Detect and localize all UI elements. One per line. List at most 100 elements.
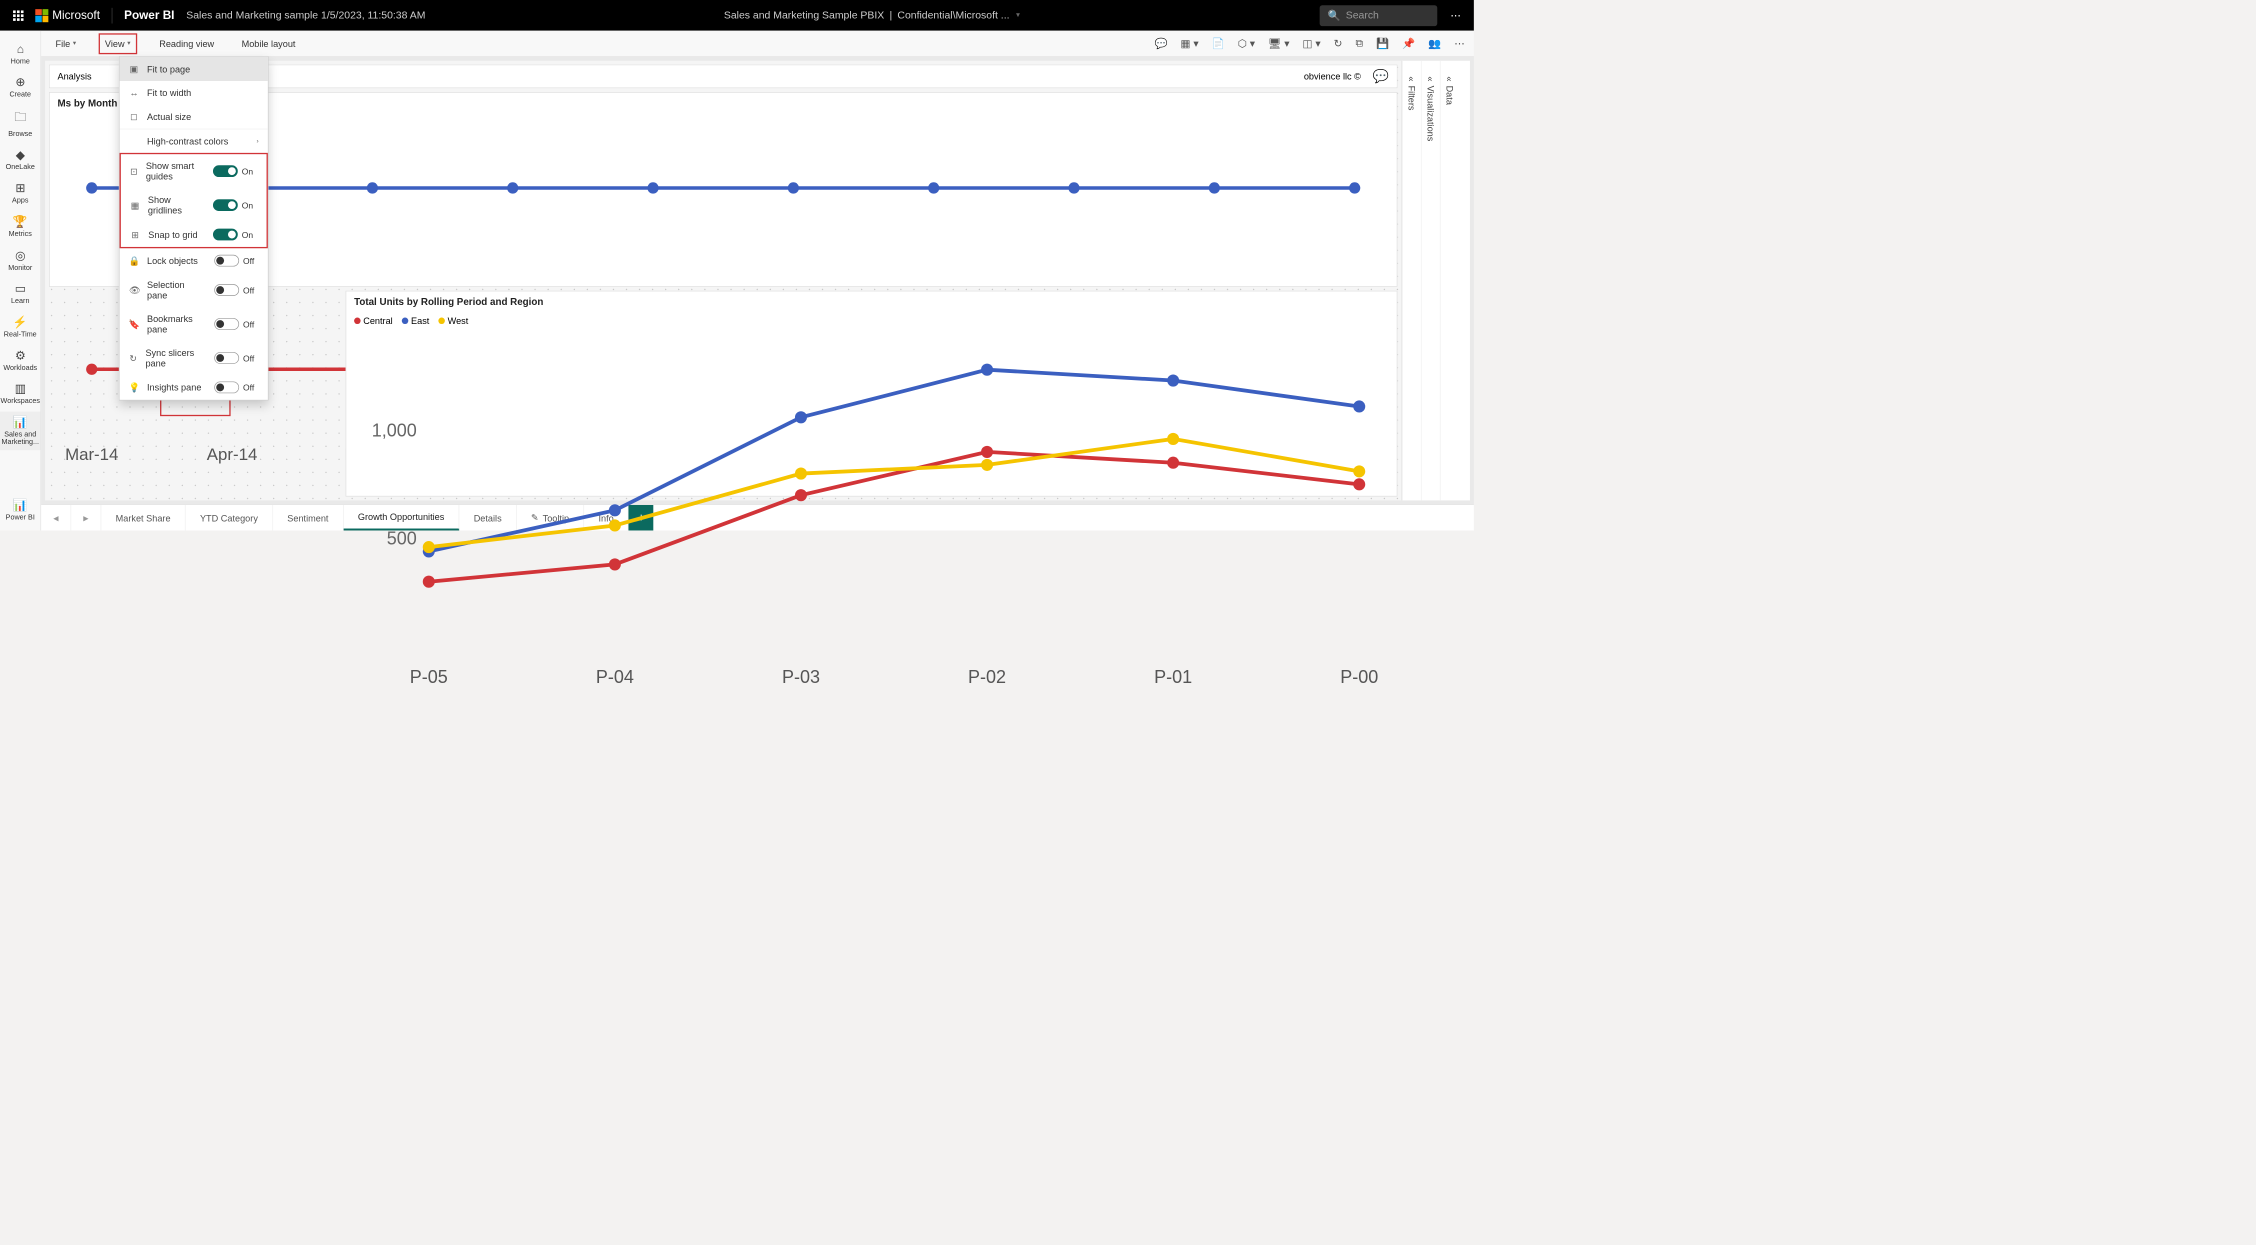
bookmark-icon: 🔖: [129, 318, 139, 329]
eye-icon: 👁: [129, 285, 139, 296]
pane-filters[interactable]: «Filters: [1402, 61, 1421, 501]
trophy-icon: 🏆: [13, 215, 28, 229]
comment-icon[interactable]: 💬: [1154, 37, 1167, 50]
toggle-insights[interactable]: [214, 382, 239, 394]
svg-text:P-03: P-03: [782, 667, 820, 687]
chevron-down-icon: ▼: [1015, 12, 1021, 19]
toggle-selection[interactable]: [214, 284, 239, 296]
tab-market-share[interactable]: Market Share: [101, 505, 185, 530]
svg-text:P-02: P-02: [968, 667, 1006, 687]
save-icon[interactable]: 💾: [1376, 37, 1389, 50]
toggle-sync[interactable]: [214, 352, 239, 364]
folder-icon: 🗀: [14, 109, 26, 129]
toggle-bookmarks[interactable]: [214, 318, 239, 330]
nav-realtime[interactable]: ⚡Real-Time: [0, 311, 41, 342]
overflow-icon[interactable]: ⋯: [1454, 37, 1464, 50]
workloads-icon: ⚙: [15, 349, 26, 363]
nav-learn[interactable]: ▭Learn: [0, 278, 41, 309]
svg-text:500: 500: [387, 528, 417, 548]
nav-browse[interactable]: 🗀Browse: [0, 105, 41, 142]
powerbi-icon: 📊: [13, 498, 28, 512]
app-launcher-icon[interactable]: [13, 10, 23, 20]
nav-powerbi[interactable]: 📊Power BI: [0, 494, 41, 525]
pin-icon[interactable]: 📌: [1402, 37, 1415, 50]
chevron-right-icon: ›: [257, 138, 259, 145]
legend-dot-icon: [354, 318, 361, 325]
svg-text:P-05: P-05: [410, 667, 448, 687]
more-icon[interactable]: ⋯: [1450, 9, 1460, 22]
search-input[interactable]: 🔍 Search: [1320, 5, 1438, 26]
nav-onelake[interactable]: ◆OneLake: [0, 145, 41, 176]
ribbon-view[interactable]: View▾: [98, 33, 137, 54]
collapse-icon: «: [1444, 76, 1454, 81]
teams-icon[interactable]: 👥: [1428, 37, 1441, 50]
nav-active-report[interactable]: 📊Sales and Marketing...: [0, 412, 41, 451]
page-title: Analysis: [57, 71, 91, 81]
view-insights-pane[interactable]: 💡Insights paneOff: [120, 375, 268, 400]
home-icon: ⌂: [17, 42, 24, 56]
chart-total-units[interactable]: Total Units by Rolling Period and Region…: [346, 291, 1398, 497]
microsoft-logo: Microsoft: [35, 8, 100, 22]
nav-home[interactable]: ⌂Home: [0, 39, 41, 70]
nav-monitor[interactable]: ◎Monitor: [0, 245, 41, 276]
nav-metrics[interactable]: 🏆Metrics: [0, 211, 41, 242]
apps-icon: ⊞: [15, 182, 25, 196]
realtime-icon: ⚡: [13, 315, 28, 329]
toggle-gridlines[interactable]: [213, 199, 238, 211]
lock-icon: 🔒: [129, 255, 139, 266]
monitor-icon: ◎: [15, 249, 25, 263]
view-sync-slicers[interactable]: ↻Sync slicers paneOff: [120, 341, 268, 375]
copy-icon[interactable]: ⧉: [1355, 38, 1362, 50]
ribbon-file[interactable]: File▾: [50, 34, 81, 52]
collapse-icon: «: [1426, 76, 1436, 81]
chart-title: Total Units by Rolling Period and Region: [346, 291, 1397, 313]
lineage-icon[interactable]: ⬡ ▾: [1238, 37, 1255, 50]
nav-workspaces[interactable]: ▥Workspaces: [0, 378, 41, 409]
tab-next-button[interactable]: ▸: [71, 505, 101, 530]
book-icon: ▭: [15, 282, 26, 296]
pane-visualizations[interactable]: «Visualizations: [1421, 61, 1440, 501]
svg-text:P-01: P-01: [1154, 667, 1192, 687]
tab-ytd-category[interactable]: YTD Category: [186, 505, 273, 530]
chart-plot: 5001,000P-05P-04P-03P-02P-01P-00: [346, 329, 1397, 692]
divider: [112, 8, 113, 24]
export-icon[interactable]: 🖥 ▾: [1268, 37, 1289, 50]
ribbon-reading-view[interactable]: Reading view: [154, 34, 219, 52]
ribbon: File▾ View▾ Reading view Mobile layout 💬…: [41, 31, 1474, 57]
view-fit-to-page[interactable]: ▣Fit to page: [120, 57, 268, 81]
subscribe-icon[interactable]: ◫ ▾: [1303, 37, 1321, 50]
view-dropdown: ▣Fit to page ↔Fit to width ◻Actual size …: [119, 56, 269, 400]
view-lock-objects[interactable]: 🔒Lock objectsOff: [120, 248, 268, 273]
nav-workloads[interactable]: ⚙Workloads: [0, 345, 41, 376]
svg-text:P-04: P-04: [596, 667, 634, 687]
toggle-smart-guides[interactable]: [213, 165, 238, 177]
nav-apps[interactable]: ⊞Apps: [0, 178, 41, 209]
report-icon: 📊: [13, 416, 28, 430]
ribbon-mobile-layout[interactable]: Mobile layout: [236, 34, 300, 52]
view-high-contrast[interactable]: High-contrast colors›: [120, 129, 268, 153]
right-panes: «Filters «Visualizations «Data: [1401, 61, 1470, 501]
sensitivity-label[interactable]: Sales and Marketing Sample PBIX | Confid…: [724, 9, 1021, 21]
doc-title: Sales and Marketing sample 1/5/2023, 11:…: [186, 9, 425, 21]
guides-icon: ⊡: [130, 166, 138, 177]
comment-icon[interactable]: 💬: [1373, 68, 1389, 84]
fit-page-icon: ▣: [129, 63, 139, 74]
nav-create[interactable]: ⊕Create: [0, 72, 41, 103]
toggle-lock[interactable]: [214, 255, 239, 267]
view-gridlines[interactable]: ▦Show gridlinesOn: [121, 188, 267, 222]
pane-data[interactable]: «Data: [1440, 61, 1459, 501]
toggle-snap[interactable]: [213, 229, 238, 241]
tab-prev-button[interactable]: ◂: [41, 505, 71, 530]
tab-sentiment[interactable]: Sentiment: [273, 505, 344, 530]
refresh-icon[interactable]: ↻: [1334, 37, 1343, 50]
view-smart-guides[interactable]: ⊡Show smart guidesOn: [121, 154, 267, 188]
view-actual-size[interactable]: ◻Actual size: [120, 105, 268, 129]
file-icon[interactable]: 📄: [1212, 37, 1225, 50]
onelake-icon: ◆: [16, 148, 25, 162]
chat-teams-icon[interactable]: ▦ ▾: [1181, 37, 1199, 50]
view-selection-pane[interactable]: 👁Selection paneOff: [120, 273, 268, 307]
view-bookmarks-pane[interactable]: 🔖Bookmarks paneOff: [120, 307, 268, 341]
view-snap-to-grid[interactable]: ⊞Snap to gridOn: [121, 222, 267, 247]
view-fit-to-width[interactable]: ↔Fit to width: [120, 81, 268, 105]
actual-size-icon: ◻: [129, 111, 139, 122]
